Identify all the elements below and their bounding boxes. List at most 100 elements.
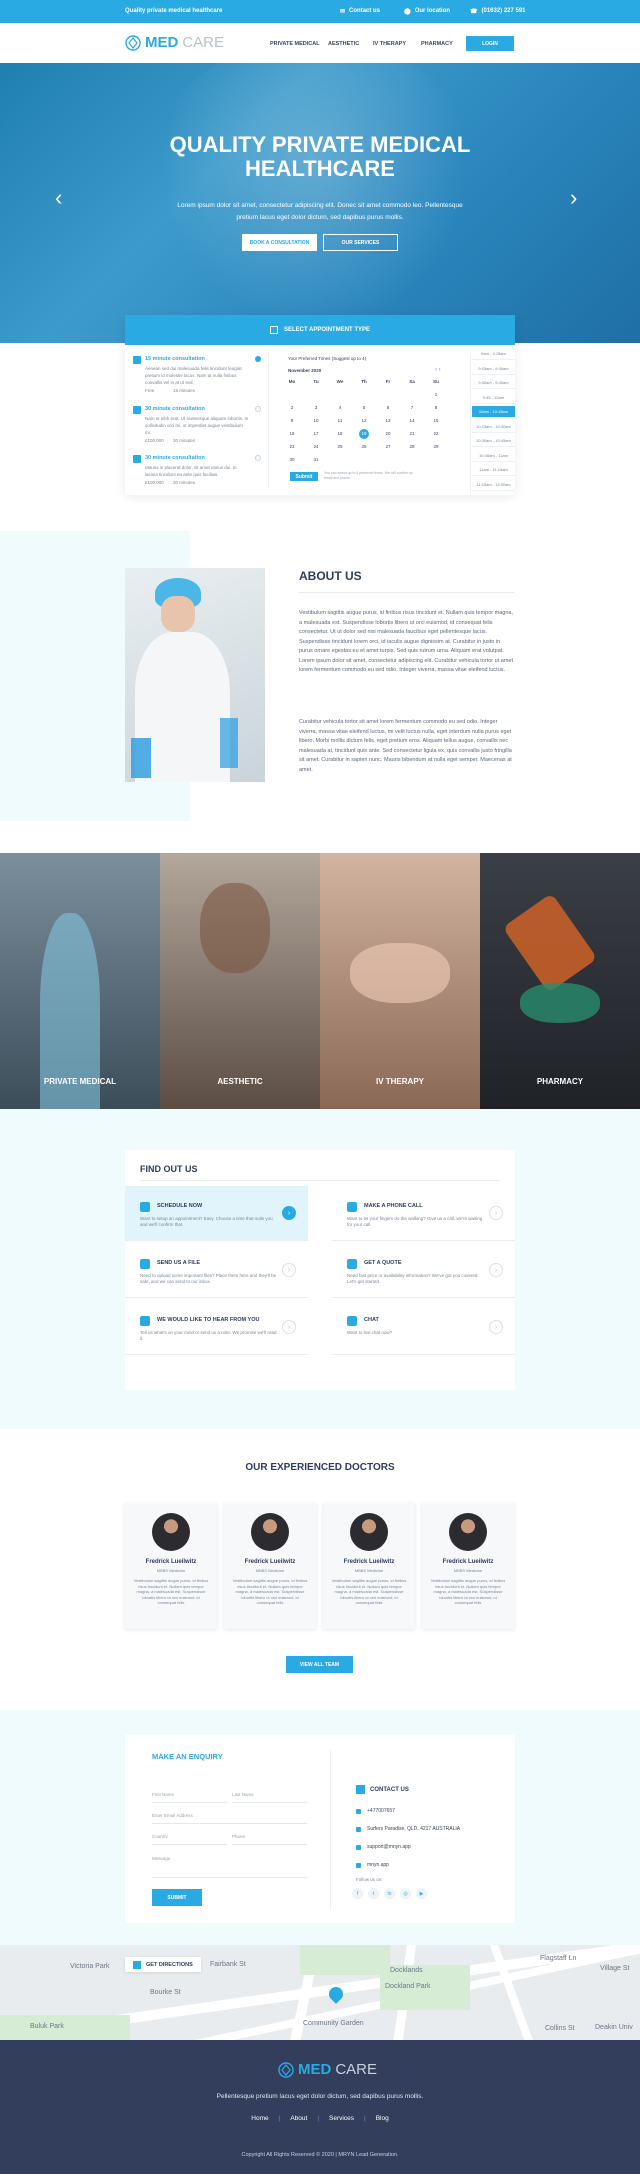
doctor-card[interactable]: Fredrick Lueilwitz MBBS Medicine Vestibu… — [323, 1503, 415, 1629]
calendar-day[interactable]: 24 — [311, 444, 321, 449]
doctor-card[interactable]: Fredrick Lueilwitz MBBS Medicine Vestibu… — [422, 1503, 514, 1629]
contact-link[interactable]: ✉ Contact us — [340, 8, 380, 15]
footer-link-services[interactable]: Services — [329, 2115, 354, 2122]
time-slot[interactable]: 10:15am - 10:30am — [472, 421, 515, 433]
arrow-right-icon[interactable]: › — [282, 1206, 296, 1220]
service-aesthetic[interactable]: AESTHETIC — [160, 853, 320, 1109]
arrow-right-icon[interactable]: › — [489, 1320, 503, 1334]
time-slot[interactable]: 10:30am - 10:45am — [472, 435, 515, 447]
first-name-field[interactable]: First Name — [152, 1790, 227, 1803]
time-slot[interactable]: 9:45 - 10am — [472, 392, 515, 404]
our-services-button[interactable]: OUR SERVICES — [323, 234, 398, 251]
calendar-day[interactable]: 1 — [431, 392, 441, 397]
calendar-day[interactable]: 7 — [407, 405, 417, 410]
calendar-day[interactable]: 26 — [359, 444, 369, 449]
service-iv-therapy[interactable]: IV THERAPY — [320, 853, 480, 1109]
calendar-day[interactable]: 22 — [431, 431, 441, 436]
chevron-left-icon[interactable]: ‹ — [55, 185, 62, 211]
service-private-medical[interactable]: PRIVATE MEDICAL — [0, 853, 160, 1109]
calendar-submit-button[interactable]: Submit — [290, 472, 318, 481]
footer-link-blog[interactable]: Blog — [376, 2115, 389, 2122]
contact-phone[interactable]: +477007657 — [356, 1808, 395, 1814]
calendar-day[interactable]: 14 — [407, 418, 417, 423]
calendar-day[interactable]: 2 — [287, 405, 297, 410]
time-slot[interactable]: 9am - 9:15am — [472, 348, 515, 360]
service-pharmacy[interactable]: PHARMACY — [480, 853, 640, 1109]
nav-aesthetic[interactable]: AESTHETIC — [328, 41, 359, 47]
calendar-day[interactable]: 16 — [287, 431, 297, 436]
calendar-day[interactable]: 18 — [335, 431, 345, 436]
enquiry-submit-button[interactable]: SUBMIT — [152, 1889, 202, 1906]
find-phone-call[interactable]: MAKE A PHONE CALL Want to let your finge… — [332, 1186, 515, 1241]
calendar-day[interactable]: 29 — [431, 444, 441, 449]
calendar-day[interactable]: 28 — [407, 444, 417, 449]
calendar-day[interactable]: 27 — [383, 444, 393, 449]
youtube-icon[interactable]: ▶ — [416, 1888, 427, 1899]
find-get-quote[interactable]: GET A QUOTE Need fast price or availabil… — [332, 1243, 515, 1298]
time-slot[interactable]: 11am - 11:15am — [472, 464, 515, 476]
contact-web[interactable]: mnyn.app — [356, 1862, 389, 1868]
calendar-day[interactable]: 11 — [335, 418, 345, 423]
calendar-day[interactable]: 23 — [287, 444, 297, 449]
calendar-day[interactable]: 9 — [287, 418, 297, 423]
map[interactable]: Victoria Park Fairbank St Bourke St Bulu… — [0, 1945, 640, 2040]
calendar-day[interactable]: 17 — [311, 431, 321, 436]
doctor-card[interactable]: Fredrick Lueilwitz MBBS Medicine Vestibu… — [224, 1503, 316, 1629]
time-slot[interactable]: 9:15am - 9:30am — [472, 363, 515, 375]
facebook-icon[interactable]: f — [352, 1888, 363, 1899]
contact-email[interactable]: support@mnyn.app — [356, 1844, 411, 1850]
logo[interactable]: MED CARE — [125, 34, 224, 51]
location-link[interactable]: ⬤ Our location — [404, 8, 450, 15]
find-send-file[interactable]: SEND US A FILE Need to upload some impor… — [125, 1243, 308, 1298]
calendar-day[interactable]: 15 — [431, 418, 441, 423]
radio-selected[interactable] — [255, 356, 261, 362]
arrow-right-icon[interactable]: › — [282, 1263, 296, 1277]
month-nav-icon[interactable]: ‹ › — [435, 367, 441, 373]
calendar-day[interactable]: 19 — [359, 429, 369, 439]
last-name-field[interactable]: Last Name — [232, 1790, 307, 1803]
calendar-day[interactable]: 13 — [383, 418, 393, 423]
twitter-icon[interactable]: t — [368, 1888, 379, 1899]
arrow-right-icon[interactable]: › — [489, 1263, 503, 1277]
phone-field[interactable]: Phone — [232, 1832, 307, 1845]
calendar-day[interactable]: 25 — [335, 444, 345, 449]
time-slot[interactable]: 11:15am - 11:30am — [472, 479, 515, 491]
nav-private-medical[interactable]: PRIVATE MEDICAL — [270, 41, 320, 47]
chevron-right-icon[interactable]: › — [570, 185, 577, 211]
doctor-card[interactable]: Fredrick Lueilwitz MBBS Medicine Vestibu… — [125, 1503, 217, 1629]
calendar-day[interactable]: 31 — [311, 457, 321, 462]
message-field[interactable]: Message — [152, 1854, 307, 1878]
linkedin-icon[interactable]: in — [384, 1888, 395, 1899]
footer-logo[interactable]: MED CARE — [278, 2061, 377, 2078]
radio-unselected[interactable] — [255, 455, 261, 461]
time-slot[interactable]: 9:30am - 9:45am — [472, 377, 515, 389]
calendar-day[interactable]: 10 — [311, 418, 321, 423]
find-schedule-now[interactable]: SCHEDULE NOW Want to setup an appointmen… — [125, 1186, 308, 1241]
radio-unselected[interactable] — [255, 406, 261, 412]
calendar-day[interactable]: 20 — [383, 431, 393, 436]
calendar-day[interactable]: 8 — [431, 405, 441, 410]
arrow-right-icon[interactable]: › — [489, 1206, 503, 1220]
calendar-day[interactable]: 3 — [311, 405, 321, 410]
calendar-day[interactable]: 4 — [335, 405, 345, 410]
view-all-team-button[interactable]: VIEW ALL TEAM — [286, 1656, 353, 1673]
footer-link-home[interactable]: Home — [251, 2115, 268, 2122]
country-field[interactable]: Country — [152, 1832, 227, 1845]
nav-iv-therapy[interactable]: IV THERAPY — [373, 41, 406, 47]
time-slot[interactable]: 10am - 10:15am — [472, 406, 515, 418]
calendar-day[interactable]: 30 — [287, 457, 297, 462]
instagram-icon[interactable]: ◎ — [400, 1888, 411, 1899]
find-chat[interactable]: CHAT Want to live chat now? › — [332, 1300, 515, 1355]
calendar-day[interactable]: 12 — [359, 418, 369, 423]
calendar-day[interactable]: 21 — [407, 431, 417, 436]
arrow-right-icon[interactable]: › — [282, 1320, 296, 1334]
footer-link-about[interactable]: About — [290, 2115, 307, 2122]
email-field[interactable]: Enter Email Address — [152, 1811, 307, 1824]
time-slot[interactable]: 10:45am - 11am — [472, 450, 515, 462]
calendar-day[interactable]: 5 — [359, 405, 369, 410]
get-directions-button[interactable]: GET DIRECTIONS — [125, 1957, 201, 1972]
calendar-day[interactable]: 6 — [383, 405, 393, 410]
phone-link[interactable]: ☎ (01632) 227 591 — [470, 8, 526, 15]
find-hear-from-you[interactable]: WE WOULD LIKE TO HEAR FROM YOU Tell us w… — [125, 1300, 308, 1355]
login-button[interactable]: LOGIN — [466, 36, 514, 51]
